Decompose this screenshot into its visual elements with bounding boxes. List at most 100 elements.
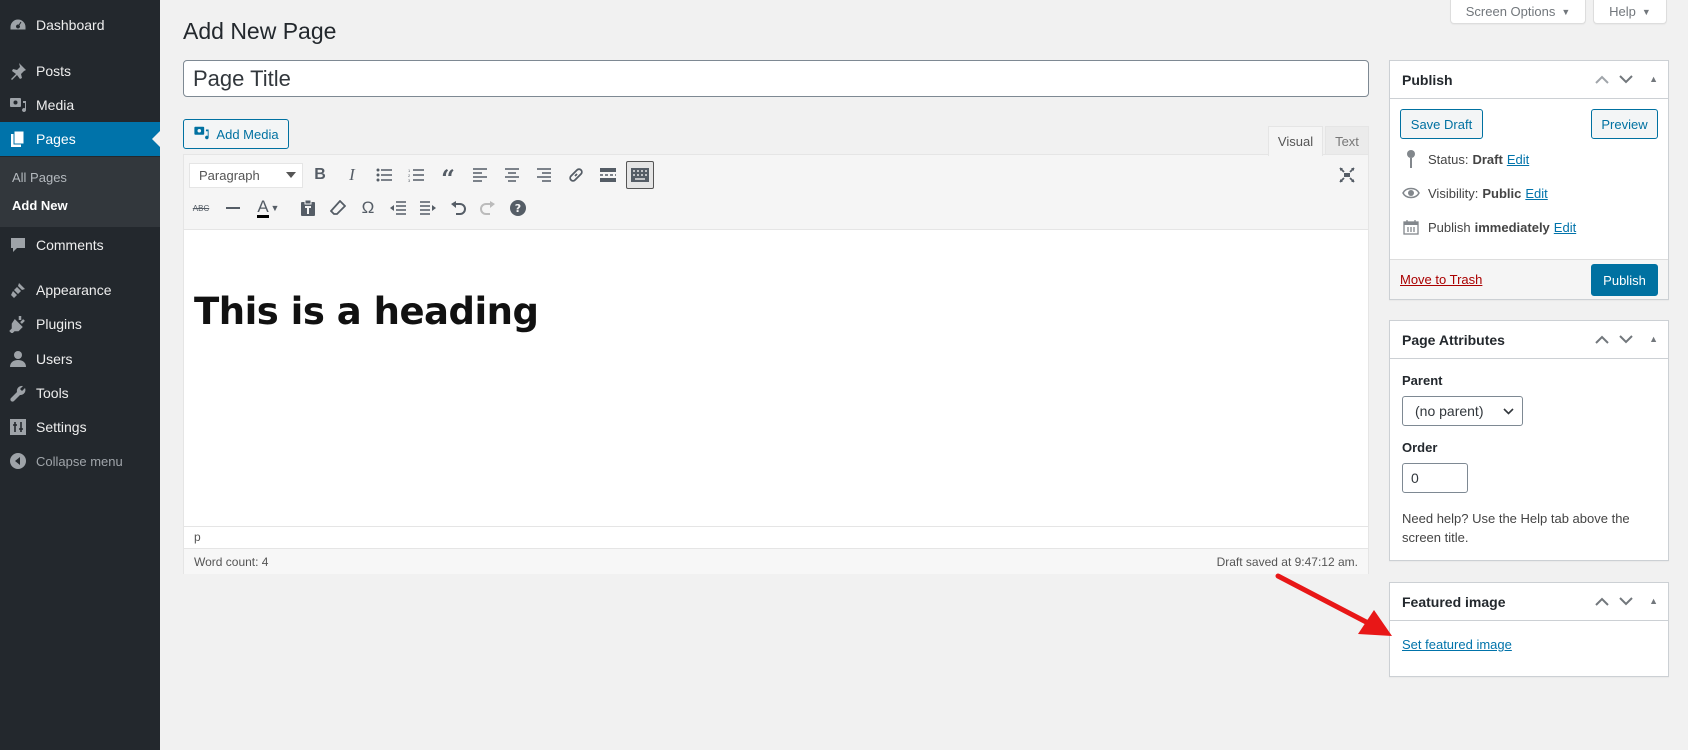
sidebar-item-label: Tools bbox=[36, 385, 69, 401]
bullet-list-icon bbox=[376, 168, 392, 182]
admin-sidebar: Dashboard Posts Media Pages All Pages Ad… bbox=[0, 0, 160, 750]
editor-toolbar: Paragraph B I 123 “ ABC A ▼ Ω ? bbox=[184, 155, 1368, 230]
toggle-panel-icon[interactable]: ▲ bbox=[1649, 334, 1658, 344]
move-down-icon[interactable] bbox=[1619, 593, 1633, 609]
help-icon: ? bbox=[510, 200, 526, 216]
edit-status-link[interactable]: Edit bbox=[1507, 152, 1529, 167]
publish-box-title: Publish bbox=[1402, 71, 1453, 88]
edit-visibility-link[interactable]: Edit bbox=[1525, 186, 1547, 201]
submenu-add-new[interactable]: Add New bbox=[12, 198, 68, 213]
sidebar-item-label: Dashboard bbox=[36, 17, 105, 33]
move-to-trash-link[interactable]: Move to Trash bbox=[1400, 272, 1482, 287]
indent-button[interactable] bbox=[414, 194, 442, 222]
fullscreen-icon bbox=[1339, 167, 1355, 183]
page-attributes-help: Need help? Use the Help tab above the sc… bbox=[1402, 511, 1630, 545]
toolbar-toggle-button[interactable] bbox=[626, 161, 654, 189]
align-left-icon bbox=[473, 168, 487, 182]
horizontal-line-button[interactable] bbox=[219, 194, 247, 222]
order-input[interactable]: 0 bbox=[1402, 463, 1468, 493]
pin-icon bbox=[1402, 150, 1420, 168]
sidebar-item-users[interactable]: Users bbox=[0, 342, 160, 376]
save-draft-button[interactable]: Save Draft bbox=[1400, 109, 1483, 139]
publish-button[interactable]: Publish bbox=[1591, 264, 1658, 296]
parent-select[interactable]: (no parent) bbox=[1402, 396, 1523, 426]
publish-actions: Move to Trash Publish bbox=[1390, 259, 1668, 299]
numbered-list-button[interactable]: 123 bbox=[402, 161, 430, 189]
sidebar-item-media[interactable]: Media bbox=[0, 88, 160, 122]
align-right-button[interactable] bbox=[530, 161, 558, 189]
toggle-panel-icon[interactable]: ▲ bbox=[1649, 74, 1658, 84]
undo-button[interactable] bbox=[444, 194, 472, 222]
title-input[interactable]: Page Title bbox=[183, 60, 1369, 97]
move-down-icon[interactable] bbox=[1619, 71, 1633, 87]
tab-visual[interactable]: Visual bbox=[1268, 126, 1323, 156]
parent-label: Parent bbox=[1402, 373, 1443, 388]
element-path[interactable]: p bbox=[184, 526, 1368, 547]
visibility-value: Public bbox=[1482, 185, 1522, 201]
fullscreen-button[interactable] bbox=[1333, 161, 1361, 189]
italic-button[interactable]: I bbox=[338, 161, 366, 189]
paste-as-text-button[interactable] bbox=[294, 194, 322, 222]
sidebar-item-label: Plugins bbox=[36, 316, 82, 332]
caret-down-icon: ▼ bbox=[270, 203, 280, 213]
schedule-row: Publish immediately Edit bbox=[1402, 210, 1652, 244]
format-select[interactable]: Paragraph bbox=[189, 163, 303, 188]
bullet-list-button[interactable] bbox=[370, 161, 398, 189]
move-up-icon[interactable] bbox=[1595, 71, 1609, 87]
blockquote-button[interactable]: “ bbox=[434, 161, 462, 191]
eraser-icon bbox=[330, 200, 346, 215]
add-media-button[interactable]: Add Media bbox=[183, 119, 289, 149]
special-character-button[interactable]: Ω bbox=[354, 194, 382, 222]
publish-header[interactable]: Publish ▲ bbox=[1390, 61, 1668, 99]
insert-link-button[interactable] bbox=[562, 161, 590, 189]
align-center-button[interactable] bbox=[498, 161, 526, 189]
outdent-button[interactable] bbox=[384, 194, 412, 222]
move-up-icon[interactable] bbox=[1595, 593, 1609, 609]
collapse-menu-button[interactable]: Collapse menu bbox=[0, 444, 160, 478]
undo-icon bbox=[451, 201, 466, 215]
set-featured-image-link[interactable]: Set featured image bbox=[1402, 637, 1512, 652]
sidebar-item-tools[interactable]: Tools bbox=[0, 376, 160, 410]
sidebar-item-pages[interactable]: Pages bbox=[0, 122, 160, 156]
outdent-icon bbox=[390, 201, 406, 215]
editor-status-bar: Word count: 4 Draft saved at 9:47:12 am. bbox=[184, 548, 1368, 574]
comment-icon bbox=[0, 236, 36, 254]
sidebar-item-dashboard[interactable]: Dashboard bbox=[0, 8, 160, 42]
sidebar-item-plugins[interactable]: Plugins bbox=[0, 307, 160, 341]
redo-button[interactable] bbox=[474, 194, 502, 222]
sidebar-item-posts[interactable]: Posts bbox=[0, 54, 160, 88]
edit-schedule-link[interactable]: Edit bbox=[1554, 220, 1576, 235]
content-heading[interactable]: This is a heading bbox=[194, 290, 539, 333]
user-icon bbox=[0, 350, 36, 368]
schedule-label: Publish bbox=[1428, 219, 1471, 235]
status-label: Status: bbox=[1428, 151, 1469, 167]
featured-image-header[interactable]: Featured image ▲ bbox=[1390, 583, 1668, 621]
sidebar-item-appearance[interactable]: Appearance bbox=[0, 273, 160, 307]
help-button[interactable]: Help ▼ bbox=[1593, 0, 1667, 24]
sidebar-item-label: Media bbox=[36, 97, 75, 113]
sidebar-item-comments[interactable]: Comments bbox=[0, 228, 160, 262]
submenu-all-pages[interactable]: All Pages bbox=[12, 170, 67, 185]
text-color-dropdown[interactable]: ▼ bbox=[268, 194, 282, 222]
tab-text[interactable]: Text bbox=[1325, 126, 1369, 155]
post-status-row: Status: Draft Edit bbox=[1402, 142, 1652, 176]
preview-button[interactable]: Preview bbox=[1591, 109, 1658, 139]
horizontal-line-icon bbox=[226, 207, 240, 209]
collapse-label: Collapse menu bbox=[36, 453, 123, 469]
page-attributes-header[interactable]: Page Attributes ▲ bbox=[1390, 321, 1668, 359]
align-left-button[interactable] bbox=[466, 161, 494, 189]
visibility-row: Visibility: Public Edit bbox=[1402, 176, 1652, 210]
content-area[interactable]: This is a heading bbox=[184, 230, 1368, 526]
screen-options-button[interactable]: Screen Options ▼ bbox=[1450, 0, 1586, 24]
sidebar-item-settings[interactable]: Settings bbox=[0, 410, 160, 444]
strikethrough-button[interactable]: ABC bbox=[187, 194, 215, 222]
keyboard-shortcuts-button[interactable]: ? bbox=[504, 194, 532, 222]
numbered-list-icon: 123 bbox=[408, 168, 424, 182]
clear-formatting-button[interactable] bbox=[324, 194, 352, 222]
move-down-icon[interactable] bbox=[1619, 331, 1633, 347]
move-up-icon[interactable] bbox=[1595, 331, 1609, 347]
toggle-panel-icon[interactable]: ▲ bbox=[1649, 596, 1658, 606]
bold-button[interactable]: B bbox=[306, 161, 334, 189]
read-more-button[interactable] bbox=[594, 161, 622, 189]
keyboard-icon bbox=[631, 168, 649, 182]
